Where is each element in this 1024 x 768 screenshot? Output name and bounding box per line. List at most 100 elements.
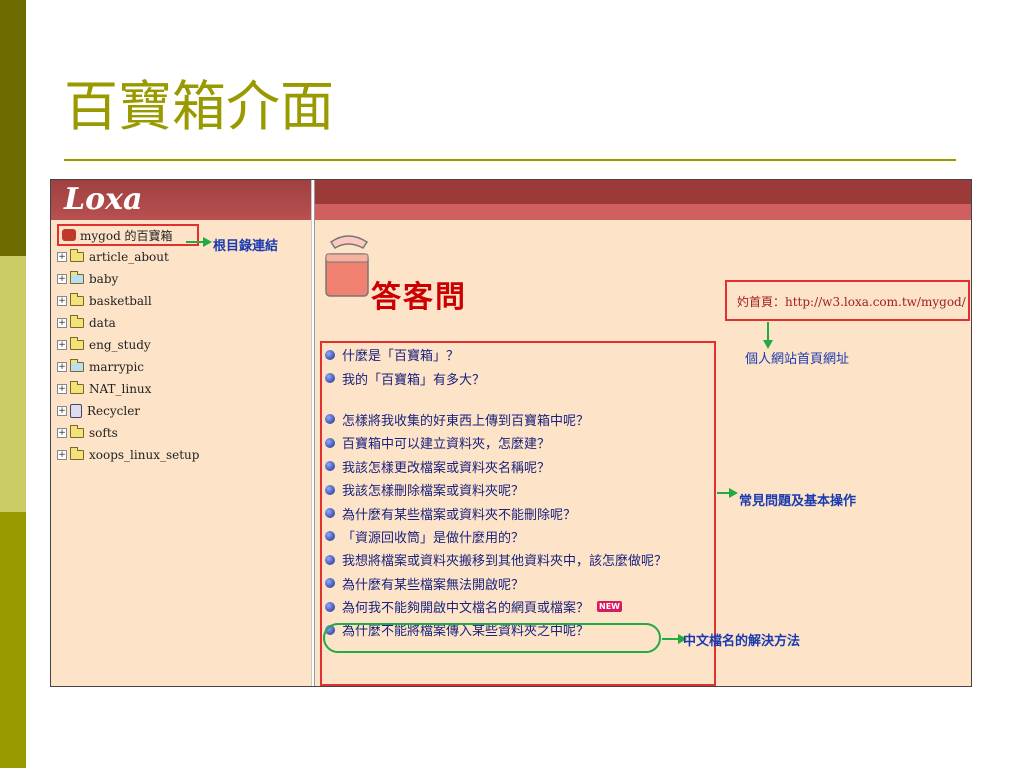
tree-item-label[interactable]: basketball [89,294,152,308]
faq-item[interactable]: 為什麼有某些檔案或資料夾不能刪除呢？ [325,501,667,524]
tree-item-label[interactable]: baby [89,272,118,286]
header-bar [315,180,971,220]
faq-question[interactable]: 我的「百寶箱」有多大？ [342,369,485,388]
expand-icon[interactable]: + [57,274,67,284]
tree-item-article-about[interactable]: + article_about [57,246,199,268]
sidebar-stripe-middle [0,256,26,512]
expand-icon[interactable]: + [57,406,67,416]
title-underline [64,159,956,161]
faq-item[interactable]: 為什麼有某些檔案無法開啟呢？ [325,572,667,595]
faq-item[interactable]: 為何我不能夠開啟中文檔名的網頁或檔案？ NEW [325,595,667,618]
sidebar-stripe-bottom [0,512,26,768]
tree-item-label[interactable]: data [89,316,116,330]
annotation-faq-basic: 常見問題及基本操作 [739,494,857,509]
bullet-icon [325,601,335,612]
faq-question[interactable]: 百寶箱中可以建立資料夾，怎麼建？ [342,433,550,452]
faq-item[interactable]: 怎樣將我收集的好東西上傳到百寶箱中呢？ [325,408,667,431]
annotation-arrow [186,241,204,243]
faq-item[interactable]: 什麼是「百寶箱」？ [325,343,667,366]
tree-item-label[interactable]: eng_study [89,338,151,352]
tree-item-recycler[interactable]: + Recycler [57,400,199,422]
tree-item-eng-study[interactable]: + eng_study [57,334,199,356]
folder-tree: mygod 的百寶箱 + article_about + baby + bask… [57,224,200,466]
tree-item-nat-linux[interactable]: + NAT_linux [57,378,199,400]
faq-question[interactable]: 我想將檔案或資料夾搬移到其他資料夾中，該怎麼做呢？ [342,550,667,569]
arrow-head-icon [203,237,212,247]
shared-folder-icon [70,359,84,372]
expand-icon[interactable]: + [57,340,67,350]
bullet-icon [325,531,335,542]
tree-item-data[interactable]: + data [57,312,199,334]
expand-icon[interactable]: + [57,384,67,394]
annotation-root-link: 根目錄連結 [213,239,279,254]
tree-item-baby[interactable]: + baby [57,268,199,290]
folder-icon [70,293,84,306]
highlight-oval [323,623,661,653]
annotation-personal-homepage: 個人網站首頁網址 [745,352,850,367]
tree-item-xoops-linux-setup[interactable]: + xoops_linux_setup [57,444,199,466]
recycle-bin-icon [70,404,82,418]
logo-bar: Loxa [51,180,311,220]
bullet-icon [325,349,335,360]
new-badge-icon: NEW [597,601,622,613]
faq-question[interactable]: 為何我不能夠開啟中文檔名的網頁或檔案？ [342,597,589,616]
expand-icon[interactable]: + [57,296,67,306]
arrow-head-icon [729,488,738,498]
tree-item-basketball[interactable]: + basketball [57,290,199,312]
tree-item-label[interactable]: marrypic [89,360,144,374]
expand-icon[interactable]: + [57,450,67,460]
right-pane: 答客問 妁首頁：http://w3.loxa.com.tw/mygod/ 個人網… [315,180,971,686]
faq-item[interactable]: 百寶箱中可以建立資料夾，怎麼建？ [325,431,667,454]
treasure-box-icon [62,229,76,241]
tree-root[interactable]: mygod 的百寶箱 [57,224,200,246]
annotation-chinese-filename: 中文檔名的解決方法 [683,634,801,649]
folder-icon [70,249,84,262]
faq-question[interactable]: 我該怎樣更改檔案或資料夾名稱呢？ [342,457,550,476]
faq-question[interactable]: 為什麼有某些檔案或資料夾不能刪除呢？ [342,504,576,523]
bullet-icon [325,437,335,448]
expand-icon[interactable]: + [57,318,67,328]
bullet-icon [325,508,335,519]
bullet-icon [325,373,335,384]
slide-title: 百寶箱介面 [64,75,334,138]
folder-icon [70,337,84,350]
tree-item-softs[interactable]: + softs [57,422,199,444]
tree-item-label[interactable]: xoops_linux_setup [89,448,199,462]
homepage-url[interactable]: 妁首頁：http://w3.loxa.com.tw/mygod/ [725,280,970,321]
tree-item-marrypic[interactable]: + marrypic [57,356,199,378]
app-screenshot: Loxa mygod 的百寶箱 + article_about + baby +… [50,179,972,687]
sidebar-stripe-top [0,0,26,256]
bullet-icon [325,461,335,472]
expand-icon[interactable]: + [57,252,67,262]
logo: Loxa [64,182,143,217]
treasure-chest-icon [325,235,369,297]
folder-icon [70,447,84,460]
tree-item-label[interactable]: article_about [89,250,169,264]
shared-folder-icon [70,271,84,284]
bullet-icon [325,414,335,425]
tree-item-label[interactable]: softs [89,426,118,440]
faq-item[interactable]: 我的「百寶箱」有多大？ [325,366,667,389]
annotation-arrow [767,322,769,342]
faq-item[interactable]: 我該怎樣刪除檔案或資料夾呢？ [325,478,667,501]
faq-item[interactable]: 我想將檔案或資料夾搬移到其他資料夾中，該怎麼做呢？ [325,548,667,571]
tree-root-label[interactable]: mygod 的百寶箱 [80,227,173,244]
folder-icon [70,425,84,438]
bullet-icon [325,484,335,495]
expand-icon[interactable]: + [57,362,67,372]
tree-item-label[interactable]: NAT_linux [89,382,151,396]
faq-title: 答客問 [371,280,467,315]
expand-icon[interactable]: + [57,428,67,438]
faq-list: 什麼是「百寶箱」？ 我的「百寶箱」有多大？ 怎樣將我收集的好東西上傳到百寶箱中呢… [325,343,667,642]
faq-item[interactable]: 我該怎樣更改檔案或資料夾名稱呢？ [325,455,667,478]
faq-item[interactable]: 「資源回收筒」是做什麼用的？ [325,525,667,548]
tree-item-label[interactable]: Recycler [87,404,140,418]
folder-icon [70,315,84,328]
faq-question[interactable]: 我該怎樣刪除檔案或資料夾呢？ [342,480,524,499]
faq-question[interactable]: 「資源回收筒」是做什麼用的？ [342,527,524,546]
faq-question[interactable]: 什麼是「百寶箱」？ [342,345,459,364]
bullet-icon [325,578,335,589]
faq-question[interactable]: 怎樣將我收集的好東西上傳到百寶箱中呢？ [342,410,589,429]
faq-question[interactable]: 為什麼有某些檔案無法開啟呢？ [342,574,524,593]
folder-icon [70,381,84,394]
